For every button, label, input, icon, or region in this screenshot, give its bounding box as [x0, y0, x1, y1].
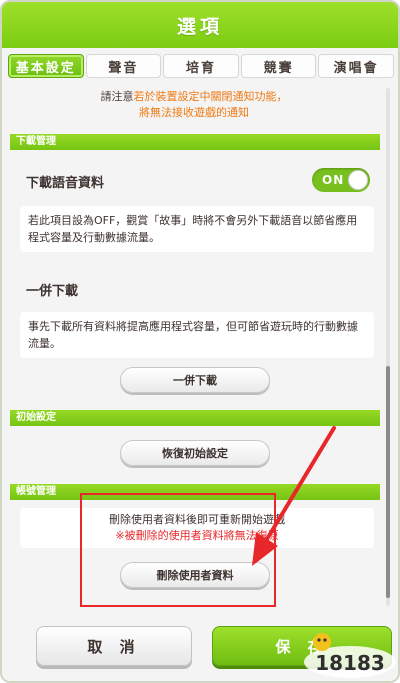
voice-download-description: 若此項目設為OFF，觀賞「故事」時將不會另外下載語音以節省應用程式容量及行動數據… [20, 206, 374, 252]
notice-prefix: 請注意 [100, 90, 134, 103]
tab-training[interactable]: 培育 [163, 54, 239, 78]
cancel-button[interactable]: 取 消 [36, 626, 192, 666]
save-button[interactable]: 保 存 [212, 626, 392, 666]
dialog-titlebar: 選項 [2, 2, 398, 48]
notice-line2: 將無法接收遊戲的通知 [139, 106, 249, 119]
bulk-download-label: 一併下載 [26, 284, 79, 299]
account-delete-description: 刪除使用者資料後即可重新開始遊戲 ※被刪除的使用者資料將無法復原 [20, 508, 374, 548]
account-desc-warning: ※被刪除的使用者資料將無法復原 [115, 529, 279, 542]
dialog-footer: 取 消 保 存 [2, 612, 398, 681]
bulk-download-description: 事先下載所有資料將提高應用程式容量，但可節省遊玩時的行動數據流量。 [20, 312, 374, 358]
tab-sound[interactable]: 聲音 [85, 54, 162, 78]
delete-user-data-button[interactable]: 刪除使用者資料 [120, 562, 270, 588]
options-dialog: 選項 基本設定 聲音 培育 競賽 演唱會 請注意若於裝置設定中關閉通知功能， 將… [0, 0, 400, 683]
scrollbar-thumb[interactable] [386, 366, 390, 598]
notification-notice: 請注意若於裝置設定中關閉通知功能， 將無法接收遊戲的通知 [8, 84, 380, 126]
section-header-account: 帳號管理 [10, 484, 380, 500]
voice-download-label: 下載語音資料 [26, 176, 105, 191]
account-desc-main: 刪除使用者資料後即可重新開始遊戲 [109, 513, 285, 526]
tab-concert[interactable]: 演唱會 [318, 54, 394, 78]
tab-bar: 基本設定 聲音 培育 競賽 演唱會 [8, 54, 394, 78]
content-scrollbar[interactable] [386, 88, 390, 606]
tab-basic-settings[interactable]: 基本設定 [8, 54, 84, 78]
tab-race[interactable]: 競賽 [240, 54, 317, 78]
toggle-knob [348, 170, 368, 190]
reset-defaults-button[interactable]: 恢復初始設定 [120, 440, 270, 466]
toggle-state-text: ON [322, 173, 345, 187]
section-header-download: 下載管理 [10, 134, 380, 150]
voice-download-toggle[interactable]: ON [312, 168, 370, 192]
bulk-download-button[interactable]: 一併下載 [120, 367, 270, 393]
notice-highlight: 若於裝置設定中關閉通知功能， [133, 90, 288, 103]
settings-content: 請注意若於裝置設定中關閉通知功能， 將無法接收遊戲的通知 下載管理 下載語音資料… [8, 84, 380, 609]
section-header-initial: 初始設定 [10, 410, 380, 426]
dialog-title: 選項 [176, 15, 223, 38]
